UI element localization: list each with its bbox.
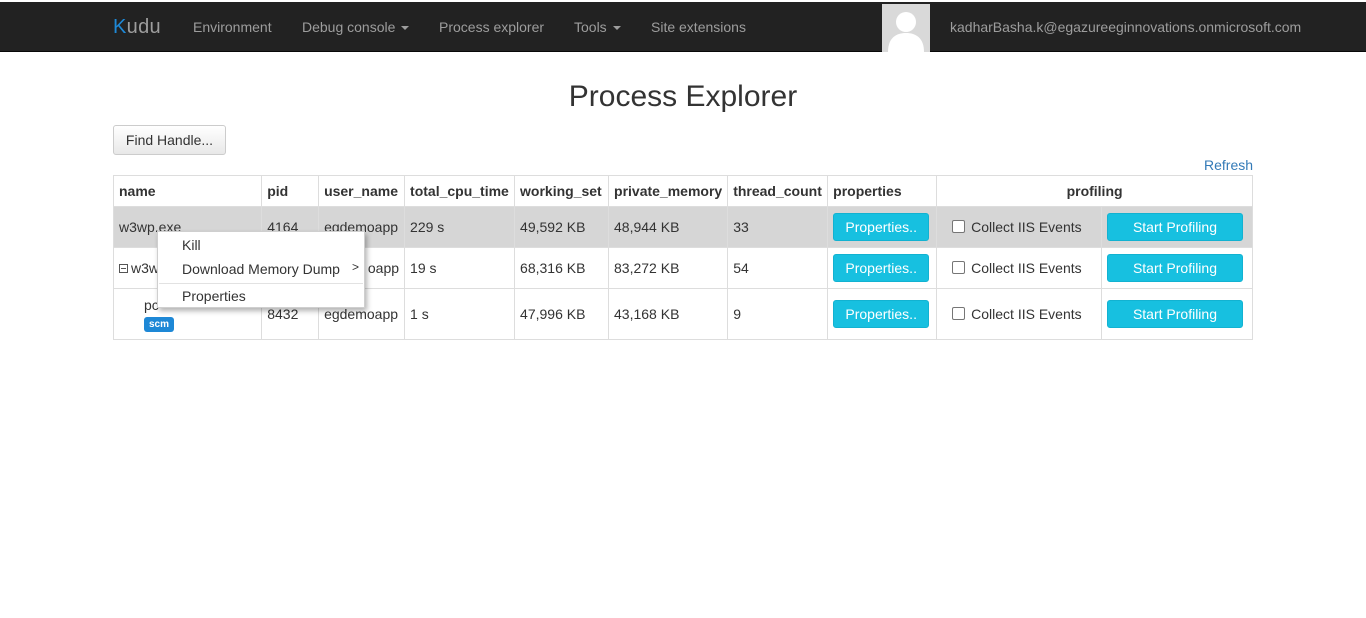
- nav-debug-console-label: Debug console: [302, 19, 396, 35]
- refresh-link[interactable]: Refresh: [1204, 157, 1253, 173]
- menu-separator: [159, 283, 363, 284]
- cell-profiling: Start Profiling: [1100, 288, 1254, 340]
- collect-iis-events-label: Collect IIS Events: [971, 306, 1082, 322]
- user-email[interactable]: kadharBasha.k@egazureeginnovations.onmic…: [950, 19, 1301, 35]
- col-header-name[interactable]: name: [112, 175, 263, 207]
- cell-working-set: 47,996 KB: [514, 288, 610, 340]
- nav-environment[interactable]: Environment: [193, 19, 272, 35]
- cell-total-cpu-time: 229 s: [404, 206, 516, 248]
- cell-properties: Properties..: [827, 247, 938, 289]
- cell-thread-count: 33: [727, 206, 829, 248]
- cell-total-cpu-time: 1 s: [404, 288, 516, 340]
- collect-iis-events-checkbox[interactable]: [952, 261, 966, 274]
- cell-private-memory: 48,944 KB: [608, 206, 729, 248]
- cell-collect-iis: Collect IIS Events: [936, 288, 1102, 340]
- user-avatar-icon: [882, 4, 930, 52]
- cell-private-memory: 83,272 KB: [608, 247, 729, 289]
- cell-name-badge-line: scm: [119, 314, 256, 332]
- col-header-thread-count[interactable]: thread_count: [727, 175, 829, 207]
- kudu-logo[interactable]: Kudu: [113, 16, 161, 39]
- cell-thread-count: 54: [727, 247, 829, 289]
- find-handle-button[interactable]: Find Handle...: [113, 125, 226, 155]
- top-navbar: Kudu Environment Debug console Process e…: [0, 2, 1366, 52]
- collect-iis-events-checkbox[interactable]: [952, 220, 966, 233]
- properties-button[interactable]: Properties..: [833, 254, 930, 282]
- cell-working-set: 68,316 KB: [514, 247, 610, 289]
- cell-working-set: 49,592 KB: [514, 206, 610, 248]
- logo-text: udu: [126, 16, 161, 38]
- nav-tools-label: Tools: [574, 19, 607, 35]
- chevron-down-icon: [401, 26, 410, 31]
- col-header-pid[interactable]: pid: [261, 175, 320, 207]
- start-profiling-button[interactable]: Start Profiling: [1106, 300, 1243, 328]
- logo-k: K: [113, 16, 127, 38]
- collect-iis-events-checkbox[interactable]: [952, 307, 966, 320]
- cell-properties: Properties..: [827, 206, 938, 248]
- menu-item-properties[interactable]: Properties: [182, 288, 246, 304]
- nav-site-extensions[interactable]: Site extensions: [651, 19, 746, 35]
- start-profiling-button[interactable]: Start Profiling: [1106, 254, 1243, 282]
- col-header-properties: properties: [827, 175, 938, 207]
- menu-item-download-memory-dump[interactable]: Download Memory Dump: [182, 261, 340, 277]
- submenu-arrow-icon: >: [352, 260, 360, 274]
- page-title: Process Explorer: [568, 80, 798, 113]
- scm-badge: scm: [144, 316, 175, 332]
- col-header-private-memory[interactable]: private_memory: [608, 175, 729, 207]
- process-context-menu: Kill Download Memory Dump > Properties: [157, 231, 365, 308]
- cell-collect-iis: Collect IIS Events: [936, 206, 1102, 248]
- col-header-working-set[interactable]: working_set: [514, 175, 610, 207]
- cell-properties: Properties..: [827, 288, 938, 340]
- cell-name-text: w3w: [131, 260, 160, 276]
- cell-total-cpu-time: 19 s: [404, 247, 516, 289]
- menu-item-kill[interactable]: Kill: [182, 237, 201, 253]
- properties-button[interactable]: Properties..: [833, 213, 930, 241]
- nav-tools[interactable]: Tools: [574, 19, 621, 35]
- start-profiling-button[interactable]: Start Profiling: [1106, 213, 1243, 241]
- chevron-down-icon: [612, 26, 621, 31]
- cell-thread-count: 9: [727, 288, 829, 340]
- collect-iis-events-label: Collect IIS Events: [971, 260, 1082, 276]
- collect-iis-events-label: Collect IIS Events: [971, 219, 1082, 235]
- nav-process-explorer[interactable]: Process explorer: [439, 19, 544, 35]
- cell-private-memory: 43,168 KB: [608, 288, 729, 340]
- cell-profiling: Start Profiling: [1100, 247, 1254, 289]
- avatar[interactable]: [882, 4, 930, 52]
- col-header-profiling: profiling: [936, 175, 1253, 207]
- table-header-row: name pid user_name total_cpu_time workin…: [112, 175, 1253, 207]
- col-header-total-cpu-time[interactable]: total_cpu_time: [404, 175, 516, 207]
- cell-profiling: Start Profiling: [1100, 206, 1254, 248]
- nav-debug-console[interactable]: Debug console: [302, 19, 410, 35]
- collapse-icon[interactable]: [119, 264, 128, 273]
- properties-button[interactable]: Properties..: [833, 300, 930, 328]
- cell-collect-iis: Collect IIS Events: [936, 247, 1102, 289]
- col-header-user-name[interactable]: user_name: [318, 175, 406, 207]
